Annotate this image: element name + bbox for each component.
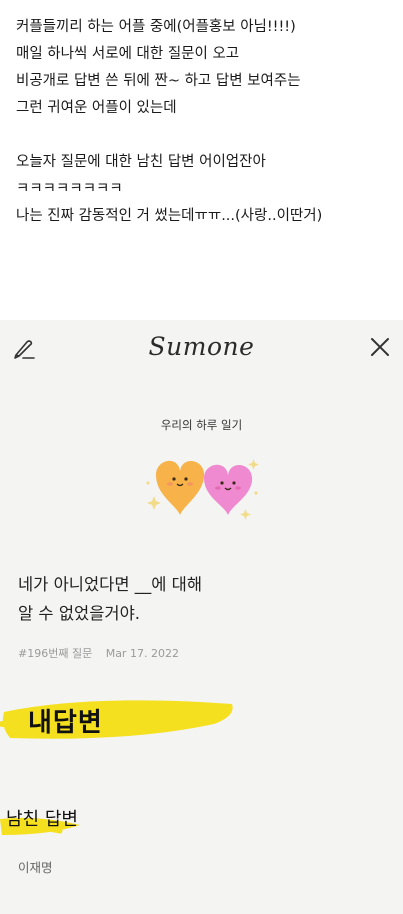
couple-hearts-icon [144,453,264,528]
question-line: 알 수 없었을거야. [18,604,140,623]
my-answer-section[interactable]: 내답변 [0,690,240,750]
boyfriend-answer-text: 이재명 [18,860,53,875]
post-line: 커플들끼리 하는 어플 중에(어플홍보 아님!!!!) [16,19,296,35]
post-line: 비공개로 답변 쓴 뒤에 짠~ 하고 답변 보여주는 [16,73,301,89]
post-spacer [16,122,396,149]
close-icon[interactable] [369,336,391,358]
my-answer-label: 내답변 [28,708,103,738]
diary-title: 우리의 하루 일기 [160,418,243,432]
boyfriend-answer-label: 남친 답변 [6,809,78,830]
question-meta: #196번째 질문 Mar 17. 2022 [18,645,189,661]
daily-question: 네가 아니었다면 __에 대해 알 수 없었을거야. [18,570,378,628]
post-text: 커플들끼리 하는 어플 중에(어플홍보 아님!!!!) 매일 하나씩 서로에 대… [16,14,396,230]
post-line: 나는 진짜 감동적인 거 썼는데ㅠㅠ...(사랑..이딴거) [16,208,323,224]
post-line: 매일 하나씩 서로에 대한 질문이 오고 [16,46,240,62]
post-line: ㅋㅋㅋㅋㅋㅋㅋㅋ [16,181,123,197]
question-number: #196번째 질문 [18,647,93,660]
question-date: Mar 17. 2022 [105,647,179,660]
boyfriend-answer-section[interactable]: 남친 답변 [0,795,160,855]
post-line: 오늘자 질문에 대한 남친 답변 어이업잔아 [16,154,266,170]
app-screenshot: Sumone 우리의 하루 일기 네가 아니었다면 __에 대해 알 수 없었을… [0,320,403,914]
app-top-bar: Sumone [0,320,403,376]
question-line: 네가 아니었다면 __에 대해 [18,575,203,594]
post-line: 그런 귀여운 어플이 있는데 [16,100,177,116]
app-title: Sumone [148,332,255,361]
